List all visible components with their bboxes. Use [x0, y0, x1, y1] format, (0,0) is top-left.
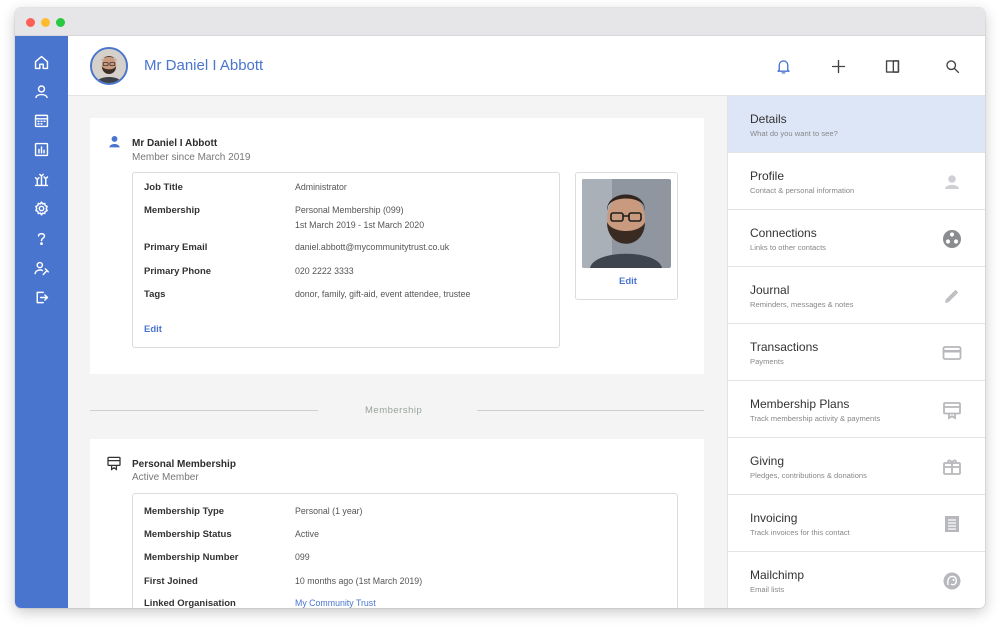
calendar-icon[interactable]	[31, 110, 51, 130]
panel-item-title: Connections	[750, 226, 817, 240]
membership-title: Personal Membership	[132, 459, 236, 470]
panel-item-title: Details	[750, 112, 787, 126]
panel-item-subtitle: Track invoices for this contact	[750, 528, 850, 537]
membership-card: Personal Membership Active Member Member…	[90, 439, 704, 608]
panel-item-mailchimp[interactable]: Mailchimp Email lists	[728, 552, 985, 608]
details-card: Mr Daniel I Abbott Member since March 20…	[90, 118, 704, 374]
mailchimp-icon	[941, 570, 963, 592]
home-icon[interactable]	[31, 52, 51, 72]
first-joined-label: First Joined	[144, 576, 198, 587]
person-icon	[108, 135, 121, 153]
page-title: Mr Daniel I Abbott	[144, 57, 264, 74]
pencil-icon	[941, 285, 963, 307]
panel-item-subtitle: What do you want to see?	[750, 129, 838, 138]
split-view-icon[interactable]	[882, 56, 902, 76]
membership-dates: 1st March 2019 - 1st March 2020	[295, 220, 425, 230]
bell-icon[interactable]	[773, 56, 793, 76]
panel-item-title: Mailchimp	[750, 568, 805, 582]
tags-value: donor, family, gift-aid, event attendee,…	[295, 289, 471, 299]
main-content: Mr Daniel I Abbott Member since March 20…	[68, 96, 727, 608]
job-title-value: Administrator	[295, 182, 347, 192]
primary-email-value[interactable]: daniel.abbott@mycommunitytrust.co.uk	[295, 240, 449, 255]
title-bar	[15, 8, 985, 36]
panel-item-details[interactable]: Details What do you want to see?	[728, 96, 985, 153]
panel-item-invoicing[interactable]: Invoicing Track invoices for this contac…	[728, 495, 985, 552]
membership-status-value: Active	[295, 529, 319, 539]
membership-number-label: Membership Number	[144, 552, 239, 563]
membership-card-icon	[106, 455, 122, 476]
membership-number-value: 099	[295, 552, 310, 562]
person-icon	[941, 171, 963, 193]
minimize-window-button[interactable]	[41, 18, 50, 27]
help-icon[interactable]	[31, 228, 51, 248]
membership-card-icon	[941, 399, 963, 421]
primary-phone-value[interactable]: 020 2222 3333	[295, 264, 354, 279]
contact-header: Mr Daniel I Abbott	[68, 36, 985, 96]
photo-box: Edit	[575, 172, 678, 300]
linked-organisation-link[interactable]: My Community Trust	[295, 596, 376, 608]
panel-item-subtitle: Links to other contacts	[750, 243, 826, 252]
edit-details-button[interactable]: Edit	[144, 324, 162, 335]
panel-item-subtitle: Reminders, messages & notes	[750, 300, 854, 309]
section-panel: Details What do you want to see? Profile…	[727, 96, 985, 608]
user-icon[interactable]	[31, 81, 51, 101]
membership-label: Membership	[144, 205, 200, 216]
panel-item-title: Giving	[750, 454, 785, 468]
panel-item-title: Journal	[750, 283, 790, 297]
details-box: Job Title Administrator Membership Perso…	[132, 172, 560, 348]
tags-label: Tags	[144, 289, 166, 300]
growth-icon[interactable]	[31, 169, 51, 189]
edit-photo-button[interactable]: Edit	[619, 276, 637, 287]
panel-item-transactions[interactable]: Transactions Payments	[728, 324, 985, 381]
panel-item-journal[interactable]: Journal Reminders, messages & notes	[728, 267, 985, 324]
contact-photo[interactable]	[582, 179, 671, 268]
invoice-icon	[941, 513, 963, 535]
contact-name: Mr Daniel I Abbott	[132, 138, 218, 149]
membership-type-label: Membership Type	[144, 506, 225, 517]
membership-type-value: Personal (1 year)	[295, 506, 363, 516]
membership-box: Membership Type Personal (1 year) Member…	[132, 493, 678, 608]
logout-icon[interactable]	[31, 287, 51, 307]
gift-icon	[941, 456, 963, 478]
panel-item-connections[interactable]: Connections Links to other contacts	[728, 210, 985, 267]
membership-status-label: Membership Status	[144, 529, 232, 540]
maximize-window-button[interactable]	[56, 18, 65, 27]
member-since: Member since March 2019	[132, 152, 251, 163]
panel-item-title: Invoicing	[750, 511, 798, 525]
linked-organisation-label: Linked Organisation	[144, 598, 236, 608]
membership-value: Personal Membership (099)	[295, 205, 404, 215]
panel-item-subtitle: Pledges, contributions & donations	[750, 471, 867, 480]
membership-subtitle: Active Member	[132, 472, 199, 483]
connections-icon	[941, 228, 963, 250]
search-icon[interactable]	[942, 56, 962, 76]
divider-line-right	[477, 410, 704, 411]
add-icon[interactable]	[828, 56, 848, 76]
admin-tools-icon[interactable]	[31, 258, 51, 278]
avatar[interactable]	[90, 47, 128, 85]
nav-rail	[15, 36, 68, 608]
close-window-button[interactable]	[26, 18, 35, 27]
panel-item-giving[interactable]: Giving Pledges, contributions & donation…	[728, 438, 985, 495]
panel-item-subtitle: Payments	[750, 357, 784, 366]
app-window: Mr Daniel I Abbott Mr Daniel I Abbott Me…	[15, 8, 985, 608]
settings-gear-icon[interactable]	[31, 198, 51, 218]
panel-item-title: Profile	[750, 169, 785, 183]
membership-section-label: Membership	[365, 405, 423, 416]
card-icon	[941, 342, 963, 364]
panel-item-subtitle: Email lists	[750, 585, 785, 594]
primary-email-label: Primary Email	[144, 242, 208, 253]
first-joined-value: 10 months ago (1st March 2019)	[295, 576, 423, 586]
panel-item-subtitle: Contact & personal information	[750, 186, 855, 195]
primary-phone-label: Primary Phone	[144, 266, 212, 277]
job-title-label: Job Title	[144, 182, 183, 193]
panel-item-title: Transactions	[750, 340, 819, 354]
chart-icon[interactable]	[31, 139, 51, 159]
panel-item-profile[interactable]: Profile Contact & personal information	[728, 153, 985, 210]
panel-item-title: Membership Plans	[750, 397, 850, 411]
divider-line-left	[90, 410, 318, 411]
panel-item-subtitle: Track membership activity & payments	[750, 414, 881, 423]
panel-item-membership-plans[interactable]: Membership Plans Track membership activi…	[728, 381, 985, 438]
